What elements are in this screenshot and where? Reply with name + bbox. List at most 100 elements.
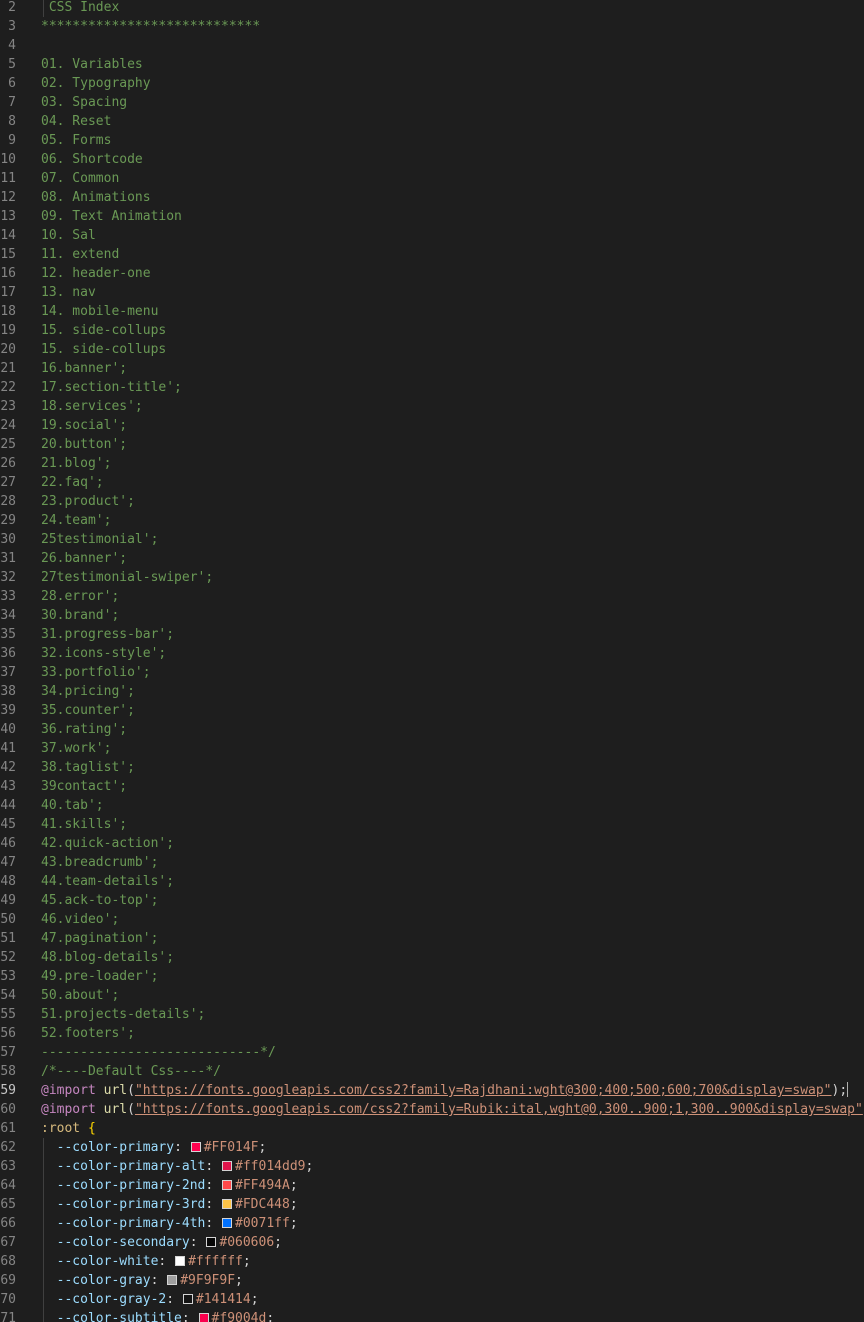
code-line[interactable]: 2 CSS Index (0, 0, 864, 17)
code-line[interactable]: 28 23.product'; (0, 492, 864, 511)
code-line[interactable]: 67 --color-secondary: #060606; (0, 1233, 864, 1252)
code-line[interactable]: 58 /*----Default Css----*/ (0, 1062, 864, 1081)
code-line[interactable]: 23 18.services'; (0, 397, 864, 416)
color-swatch-icon[interactable] (182, 1294, 193, 1304)
code-line[interactable]: 62 --color-primary: #FF014F; (0, 1138, 864, 1157)
code-line[interactable]: 66 --color-primary-4th: #0071ff; (0, 1214, 864, 1233)
code-line[interactable]: 9 05. Forms (0, 131, 864, 150)
color-swatch-icon[interactable] (222, 1218, 233, 1228)
code-line[interactable]: 26 21.blog'; (0, 454, 864, 473)
code-line[interactable]: 31 26.banner'; (0, 549, 864, 568)
code-line[interactable]: 70 --color-gray-2: #141414; (0, 1290, 864, 1309)
code-line[interactable]: 22 17.section-title'; (0, 378, 864, 397)
code-line[interactable]: 8 04. Reset (0, 112, 864, 131)
code-line[interactable]: 53 49.pre-loader'; (0, 967, 864, 986)
code-line[interactable]: 63 --color-primary-alt: #ff014dd9; (0, 1157, 864, 1176)
import-url[interactable]: "https://fonts.googleapis.com/css2?famil… (135, 1083, 832, 1098)
color-swatch-icon[interactable] (190, 1142, 201, 1152)
code-line[interactable]: 20 15. side-collups (0, 340, 864, 359)
code-line[interactable]: 13 09. Text Animation (0, 207, 864, 226)
color-swatch-icon[interactable] (222, 1199, 233, 1209)
code-line[interactable]: 17 13. nav (0, 283, 864, 302)
code-line[interactable]: 27 22.faq'; (0, 473, 864, 492)
code-line[interactable]: 21 16.banner'; (0, 359, 864, 378)
line-number: 23 (0, 399, 16, 414)
code-line[interactable]: 16 12. header-one (0, 264, 864, 283)
code-line[interactable]: 54 50.about'; (0, 986, 864, 1005)
code-line[interactable]: 41 37.work'; (0, 739, 864, 758)
indent-guide (43, 1176, 44, 1195)
code-line[interactable]: 69 --color-gray: #9F9F9F; (0, 1271, 864, 1290)
code-line[interactable]: 71 --color-subtitle: #f9004d; (0, 1309, 864, 1322)
color-swatch-icon[interactable] (175, 1256, 186, 1266)
comment-text: 30.brand'; (41, 608, 120, 623)
code-line[interactable]: 43 39contact'; (0, 777, 864, 796)
code-line[interactable]: 29 24.team'; (0, 511, 864, 530)
code-line[interactable]: 15 11. extend (0, 245, 864, 264)
code-line[interactable]: 33 28.error'; (0, 587, 864, 606)
line-number: 53 (0, 969, 16, 984)
code-line[interactable]: 56 52.footers'; (0, 1024, 864, 1043)
code-line[interactable]: 55 51.projects-details'; (0, 1005, 864, 1024)
code-line[interactable]: 10 06. Shortcode (0, 150, 864, 169)
code-line[interactable]: 39 35.counter'; (0, 701, 864, 720)
comment-text: 07. Common (41, 171, 120, 186)
indent-guide (43, 1309, 44, 1322)
code-line[interactable]: 12 08. Animations (0, 188, 864, 207)
code-line[interactable]: 7 03. Spacing (0, 93, 864, 112)
code-line[interactable]: 51 47.pagination'; (0, 929, 864, 948)
code-line[interactable]: 68 --color-white: #ffffff; (0, 1252, 864, 1271)
code-line[interactable]: 59 @import url("https://fonts.googleapis.… (0, 1081, 864, 1100)
code-line[interactable]: 57 ----------------------------*/ (0, 1043, 864, 1062)
code-line[interactable]: 47 43.breadcrumb'; (0, 853, 864, 872)
code-line[interactable]: 45 41.skills'; (0, 815, 864, 834)
code-line[interactable]: 64 --color-primary-2nd: #FF494A; (0, 1176, 864, 1195)
line-content: 13. nav (41, 283, 96, 302)
code-line[interactable]: 65 --color-primary-3rd: #FDC448; (0, 1195, 864, 1214)
color-swatch-icon[interactable] (222, 1161, 233, 1171)
code-editor[interactable]: 2 CSS Index 3 ****************************… (0, 0, 864, 1322)
colon: : (150, 1273, 159, 1288)
code-line[interactable]: 32 27testimonial-swiper'; (0, 568, 864, 587)
line-number: 70 (0, 1292, 16, 1307)
line-content: 41.skills'; (41, 815, 127, 834)
code-line[interactable]: 34 30.brand'; (0, 606, 864, 625)
code-line[interactable]: 5 01. Variables (0, 55, 864, 74)
color-swatch-icon[interactable] (167, 1275, 178, 1285)
code-line[interactable]: 35 31.progress-bar'; (0, 625, 864, 644)
code-line[interactable]: 25 20.button'; (0, 435, 864, 454)
code-line[interactable]: 11 07. Common (0, 169, 864, 188)
indent-guide (43, 1233, 44, 1252)
code-line[interactable]: 24 19.social'; (0, 416, 864, 435)
color-swatch-icon[interactable] (222, 1180, 233, 1190)
code-line[interactable]: 30 25testimonial'; (0, 530, 864, 549)
code-line[interactable]: 18 14. mobile-menu (0, 302, 864, 321)
color-swatch-icon[interactable] (198, 1313, 209, 1322)
code-line[interactable]: 40 36.rating'; (0, 720, 864, 739)
line-content: 51.projects-details'; (41, 1005, 205, 1024)
code-line[interactable]: 49 45.ack-to-top'; (0, 891, 864, 910)
code-line[interactable]: 6 02. Typography (0, 74, 864, 93)
code-line[interactable]: 48 44.team-details'; (0, 872, 864, 891)
import-url[interactable]: "https://fonts.googleapis.com/css2?famil… (135, 1102, 863, 1117)
code-line[interactable]: 36 32.icons-style'; (0, 644, 864, 663)
code-line[interactable]: 61:root { (0, 1119, 864, 1138)
code-line[interactable]: 37 33.portfolio'; (0, 663, 864, 682)
line-content: --color-primary: #FF014F; (41, 1138, 266, 1157)
line-content: **************************** (41, 17, 260, 36)
comment-text: 27testimonial-swiper'; (41, 570, 214, 585)
code-line[interactable]: 38 34.pricing'; (0, 682, 864, 701)
code-line[interactable]: 19 15. side-collups (0, 321, 864, 340)
code-line[interactable]: 14 10. Sal (0, 226, 864, 245)
code-line[interactable]: 44 40.tab'; (0, 796, 864, 815)
code-line[interactable]: 46 42.quick-action'; (0, 834, 864, 853)
semicolon: ; (242, 1254, 251, 1269)
code-line[interactable]: 42 38.taglist'; (0, 758, 864, 777)
line-number: 45 (0, 817, 16, 832)
code-line[interactable]: 3 **************************** (0, 17, 864, 36)
code-line[interactable]: 52 48.blog-details'; (0, 948, 864, 967)
code-line[interactable]: 60 @import url("https://fonts.googleapis.… (0, 1100, 864, 1119)
code-line[interactable]: 50 46.video'; (0, 910, 864, 929)
color-swatch-icon[interactable] (206, 1237, 217, 1247)
code-line[interactable]: 4 (0, 36, 864, 55)
